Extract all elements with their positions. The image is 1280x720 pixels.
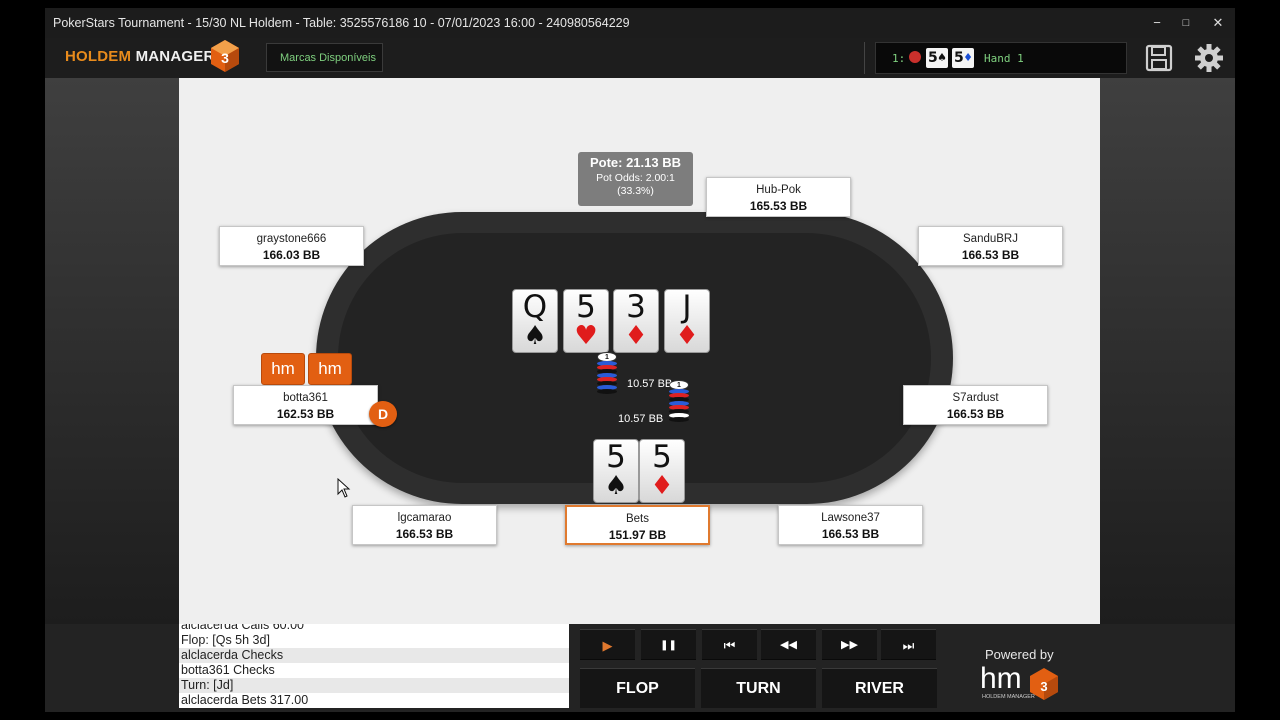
player-name: Bets — [625, 513, 649, 525]
history-line: Flop: [Qs 5h 3d] — [181, 633, 270, 647]
player-stack: 166.53 BB — [946, 407, 1005, 421]
title-bar: PokerStars Tournament - 15/30 NL Holdem … — [45, 8, 1235, 38]
pause-button[interactable]: ❚❚ — [641, 629, 696, 660]
app-window: PokerStars Tournament - 15/30 NL Holdem … — [45, 8, 1235, 712]
player-stack: 165.53 BB — [749, 199, 808, 213]
step-back-button[interactable]: ◀◀ — [761, 629, 816, 660]
player-name: Lawsone37 — [821, 512, 880, 524]
board-card: J ♦ — [664, 289, 710, 353]
hand-number: 1: — [892, 52, 906, 65]
player-name: lgcamarao — [397, 512, 452, 524]
pot-total: Pote: 21.13 BB — [589, 155, 682, 170]
player-name: S7ardust — [952, 392, 999, 404]
player-name: graystone666 — [256, 233, 327, 245]
player-stack: 151.97 BB — [608, 528, 667, 542]
flop-button[interactable]: FLOP — [580, 668, 695, 708]
chip-stack: 1 — [597, 352, 617, 394]
player-name: botta361 — [283, 392, 328, 404]
river-button[interactable]: RIVER — [822, 668, 937, 708]
player-stack: 166.03 BB — [262, 248, 321, 262]
minimize-button[interactable]: − — [1144, 13, 1170, 33]
bet-amount: 10.57 BB — [618, 413, 664, 425]
mini-card: 5 ♦ — [952, 48, 974, 68]
pot-odds-percent: (33.3%) — [617, 185, 654, 197]
player-name: SanduBRJ — [963, 233, 1018, 245]
gear-icon[interactable] — [1193, 42, 1225, 74]
svg-text:hm: hm — [980, 662, 1022, 695]
pot-odds: Pot Odds: 2.00:1 — [596, 172, 675, 184]
history-line: alclacerda Checks — [179, 648, 569, 663]
window-title: PokerStars Tournament - 15/30 NL Holdem … — [53, 16, 630, 30]
toolbar-divider — [864, 42, 865, 74]
hud-badge[interactable]: hm — [261, 353, 305, 385]
bet-amount: 10.57 BB — [627, 378, 673, 390]
seat-bets-hero[interactable]: Bets 151.97 BB — [565, 505, 710, 545]
hero-card: 5 ♦ — [639, 439, 685, 503]
hm3-brand-logo-icon: hm 3 HOLDEM MANAGER — [980, 662, 1058, 700]
right-side-panel — [1100, 78, 1235, 624]
history-line: Turn: [Jd] — [179, 678, 569, 693]
tags-dropdown[interactable]: Marcas Disponíveis — [266, 43, 383, 72]
seat-hub-pok[interactable]: Hub-Pok 165.53 BB — [706, 177, 851, 217]
player-stack: 166.53 BB — [961, 248, 1020, 262]
toolbar: HOLDEM MANAGER 3 Marcas Disponíveis 1: 5… — [45, 38, 1235, 79]
history-line: alclacerda Bets 317.00 — [181, 693, 309, 707]
seat-lgcamarao[interactable]: lgcamarao 166.53 BB — [352, 505, 497, 545]
logo-manager-text: MANAGER — [135, 48, 215, 65]
history-line: alclacerda Calls 60.00 — [181, 624, 304, 632]
logo-number: 3 — [221, 50, 229, 66]
hud-badge[interactable]: hm — [308, 353, 352, 385]
seat-lawsone37[interactable]: Lawsone37 166.53 BB — [778, 505, 923, 545]
logo-holdem-text: HOLDEM — [65, 48, 136, 65]
chip-stack: 1 — [669, 380, 689, 422]
first-action-button[interactable]: ⏮ — [702, 629, 757, 660]
hero-card: 5 ♠ — [593, 439, 639, 503]
player-name: Hub-Pok — [756, 184, 801, 196]
history-line: botta361 Checks — [181, 663, 275, 677]
seat-graystone666[interactable]: graystone666 166.03 BB — [219, 226, 364, 266]
holdem-manager-logo: HOLDEM MANAGER — [65, 48, 214, 65]
seat-s7ardust[interactable]: S7ardust 166.53 BB — [903, 385, 1048, 425]
seat-botta361[interactable]: botta361 162.53 BB — [233, 385, 378, 425]
hand-history-log[interactable]: alclacerda Calls 60.00 Flop: [Qs 5h 3d] … — [179, 624, 569, 708]
close-button[interactable]: ✕ — [1205, 13, 1231, 33]
bottom-panel: alclacerda Calls 60.00 Flop: [Qs 5h 3d] … — [45, 624, 1235, 712]
save-icon[interactable] — [1143, 42, 1175, 74]
board-card: Q ♠ — [512, 289, 558, 353]
board-card: 3 ♦ — [613, 289, 659, 353]
player-stack: 162.53 BB — [276, 407, 335, 421]
dealer-button: D — [369, 401, 397, 427]
left-side-panel — [45, 78, 179, 624]
hm3-logo-icon: 3 — [211, 40, 239, 72]
hand-selector[interactable]: 1: 5 ♠ 5 ♦ Hand 1 — [875, 42, 1127, 74]
play-button[interactable]: ▶ — [580, 629, 635, 660]
hand-label: Hand 1 — [984, 52, 1024, 65]
pot-display: Pote: 21.13 BB Pot Odds: 2.00:1 (33.3%) — [578, 152, 693, 206]
pokerstars-chip-icon — [909, 51, 921, 63]
last-action-button[interactable]: ⏭ — [881, 629, 936, 660]
svg-text:3: 3 — [1040, 679, 1047, 694]
mouse-cursor-icon — [337, 478, 351, 498]
step-forward-button[interactable]: ▶▶ — [822, 629, 877, 660]
player-stack: 166.53 BB — [395, 527, 454, 541]
maximize-button[interactable]: □ — [1173, 13, 1199, 33]
seat-sandubrj[interactable]: SanduBRJ 166.53 BB — [918, 226, 1063, 266]
svg-text:HOLDEM MANAGER: HOLDEM MANAGER — [982, 694, 1035, 700]
turn-button[interactable]: TURN — [701, 668, 816, 708]
mini-card: 5 ♠ — [926, 48, 948, 68]
replayer-canvas: Pote: 21.13 BB Pot Odds: 2.00:1 (33.3%) … — [179, 78, 1100, 624]
player-stack: 166.53 BB — [821, 527, 880, 541]
board-card: 5 ♥ — [563, 289, 609, 353]
